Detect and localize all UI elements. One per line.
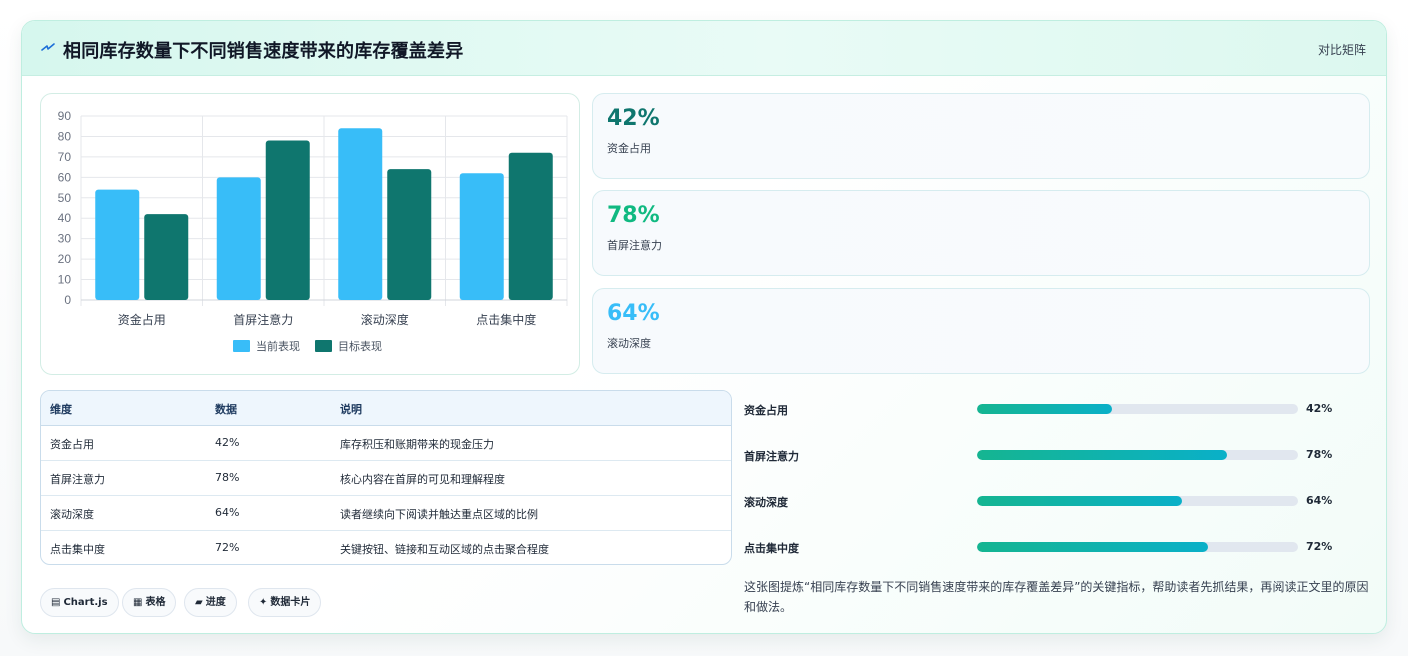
table-cell: 核心内容在首屏的可见和理解程度: [340, 473, 505, 486]
progress-fill: [977, 404, 1112, 414]
bar: [216, 177, 261, 300]
chip-label: 数据卡片: [270, 597, 311, 608]
table-row: 首屏注意力 78% 核心内容在首屏的可见和理解程度: [41, 461, 731, 496]
bar: [144, 214, 189, 300]
chart-icon: ▤: [51, 597, 61, 608]
kpi-value: 42%: [607, 106, 660, 131]
kpi-card: 64% 滚动深度: [592, 288, 1370, 374]
kpi-value: 64%: [607, 301, 660, 326]
chip-label: 进度: [205, 597, 226, 608]
progress-bar: [977, 404, 1298, 414]
y-tick-label: 60: [58, 170, 72, 184]
y-tick-label: 40: [58, 211, 72, 225]
chip-label: Chart.js: [63, 597, 108, 608]
table-header-cell: 维度: [50, 403, 72, 416]
legend-swatch: [233, 340, 250, 352]
chip-progress[interactable]: ▰ 进度: [184, 588, 237, 617]
y-tick-label: 10: [58, 273, 72, 287]
summary-note: 这张图提炼“相同库存数量下不同销售速度带来的库存覆盖差异”的关键指标，帮助读者先…: [744, 580, 1369, 614]
progress-bar: [977, 496, 1298, 506]
table-row: 资金占用 42% 库存积压和账期带来的现金压力: [41, 426, 731, 461]
kpi-label: 资金占用: [607, 142, 651, 155]
x-tick-label: 资金占用: [118, 312, 166, 327]
y-tick-label: 30: [58, 232, 72, 246]
kpi-label: 首屏注意力: [607, 239, 662, 252]
bar-chart: 0 10 20 30 40 50 60 70 80 90 资金占用 首屏注意力 滚动深度 点击集中度当前表…: [58, 109, 568, 353]
y-tick-label: 70: [58, 150, 72, 164]
progress-icon: ▰: [195, 597, 203, 608]
lightning-icon: [41, 43, 55, 51]
kpi-label: 滚动深度: [607, 337, 651, 350]
y-tick-label: 0: [64, 293, 71, 307]
header-tag: 对比矩阵: [1317, 43, 1366, 57]
table-cell: 点击集中度: [50, 543, 105, 556]
table-row: 滚动深度 64% 读者继续向下阅读并触达重点区域的比例: [41, 496, 731, 531]
page-title: 相同库存数量下不同销售速度带来的库存覆盖差异: [63, 41, 464, 61]
legend-label: 目标表现: [338, 339, 382, 353]
table-cell: 关键按钮、链接和互动区域的点击聚合程度: [340, 543, 549, 556]
progress-label: 滚动深度: [744, 496, 788, 509]
progress-fill: [977, 450, 1228, 460]
panel-header: 相同库存数量下不同销售速度带来的库存覆盖差异 对比矩阵: [22, 21, 1386, 76]
progress-label: 首屏注意力: [744, 450, 799, 463]
table-cell: 42%: [215, 436, 240, 449]
chip-data-cards[interactable]: ✦ 数据卡片: [248, 588, 322, 617]
x-tick-label: 滚动深度: [361, 312, 409, 327]
x-tick-label: 首屏注意力: [233, 312, 293, 327]
progress-value: 78%: [1306, 448, 1333, 461]
y-tick-label: 80: [58, 129, 72, 143]
table-cell: 78%: [215, 471, 240, 484]
x-tick-label: 点击集中度: [476, 312, 536, 327]
progress-value: 64%: [1306, 494, 1333, 507]
bar: [338, 128, 383, 300]
bar-chart-card: 0 10 20 30 40 50 60 70 80 90 资金占用 首屏注意力 滚动深度 点击集中度当前表…: [40, 93, 580, 375]
table-cell: 64%: [215, 506, 240, 519]
y-tick-label: 50: [58, 191, 72, 205]
table-cell: 读者继续向下阅读并触达重点区域的比例: [340, 508, 538, 521]
progress-value: 42%: [1306, 402, 1333, 415]
table-row: 点击集中度 72% 关键按钮、链接和互动区域的点击聚合程度: [41, 531, 731, 564]
chip-label: 表格: [145, 597, 166, 608]
bar: [459, 173, 504, 300]
chip-table[interactable]: ▦ 表格: [122, 588, 177, 617]
legend-swatch: [315, 340, 332, 352]
table-header-row: 维度 数据 说明: [41, 391, 731, 426]
kpi-value: 78%: [607, 203, 660, 228]
table-header-cell: 说明: [340, 403, 362, 416]
bar: [387, 169, 432, 300]
infographic-panel: 相同库存数量下不同销售速度带来的库存覆盖差异 对比矩阵 0 10 20 30 40 50 6…: [21, 20, 1387, 634]
bar: [508, 152, 553, 300]
bar: [265, 140, 310, 300]
progress-value: 72%: [1306, 540, 1333, 553]
y-tick-label: 90: [58, 109, 72, 123]
progress-bar: [977, 542, 1298, 552]
table-cell: 首屏注意力: [50, 473, 105, 486]
y-tick-label: 20: [58, 252, 72, 266]
table-cell: 72%: [215, 541, 240, 554]
kpi-card: 42% 资金占用: [592, 93, 1370, 179]
progress-fill: [977, 542, 1209, 552]
sparkle-icon: ✦: [259, 597, 268, 608]
progress-bar: [977, 450, 1298, 460]
legend-label: 当前表现: [256, 339, 300, 353]
chip-chartjs[interactable]: ▤ Chart.js: [40, 588, 119, 617]
table-cell: 滚动深度: [50, 508, 94, 521]
table-cell: 资金占用: [50, 438, 94, 451]
table-icon: ▦: [133, 597, 143, 608]
kpi-card: 78% 首屏注意力: [592, 190, 1370, 276]
progress-fill: [977, 496, 1183, 506]
table-header-cell: 数据: [215, 403, 237, 416]
bar: [95, 189, 140, 300]
progress-label: 点击集中度: [744, 542, 799, 555]
data-table: 维度 数据 说明 资金占用 42% 库存积压和账期带来的现金压力 首屏注意力 7…: [40, 390, 732, 565]
table-cell: 库存积压和账期带来的现金压力: [340, 438, 494, 451]
progress-label: 资金占用: [744, 404, 788, 417]
